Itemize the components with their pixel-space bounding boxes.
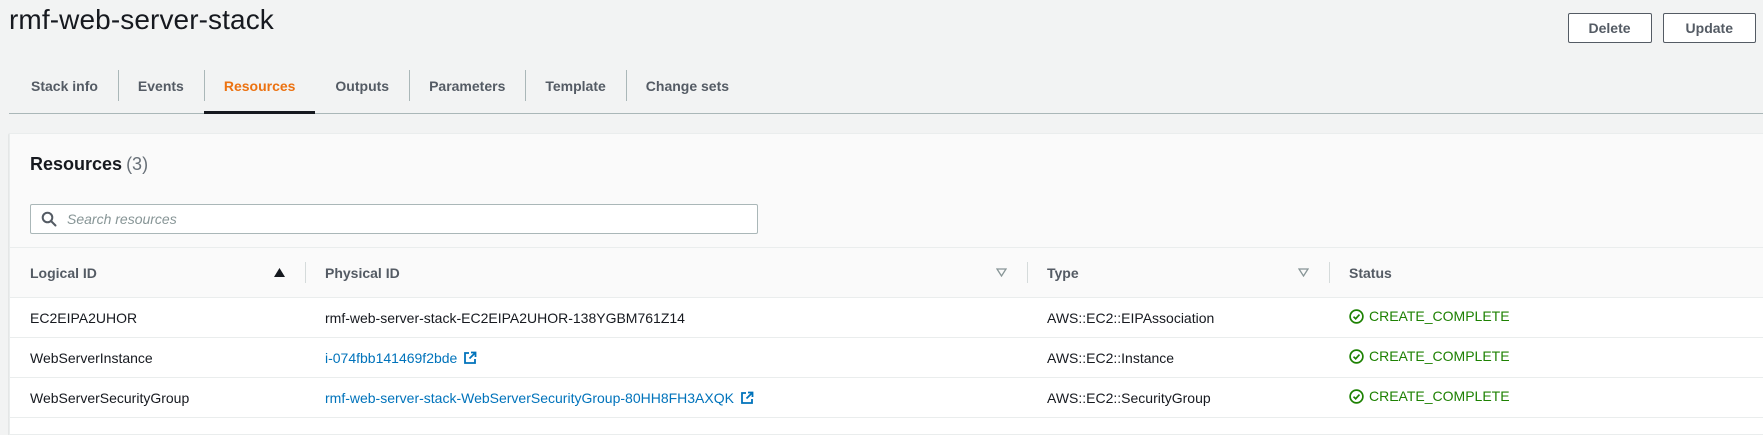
- physical-id-link-text[interactable]: rmf-web-server-stack-WebServerSecurityGr…: [325, 390, 734, 406]
- status-success-icon: [1349, 389, 1364, 404]
- logical-id-cell: WebServerSecurityGroup: [10, 377, 305, 418]
- column-label-status: Status: [1349, 264, 1392, 281]
- tab-stack-info[interactable]: Stack info: [9, 58, 118, 113]
- status-success-icon: [1349, 309, 1364, 324]
- physical-id-cell: rmf-web-server-stack-WebServerSecurityGr…: [305, 377, 1027, 418]
- table-row: WebServerInstance i-074fbb141469f2bde AW…: [10, 337, 1763, 378]
- header-actions: Delete Update: [1567, 13, 1756, 43]
- search-icon: [41, 211, 57, 227]
- status-label: CREATE_COMPLETE: [1369, 348, 1510, 365]
- page-title: rmf-web-server-stack: [9, 4, 274, 35]
- tab-template[interactable]: Template: [525, 58, 625, 113]
- filter-triangle-icon[interactable]: [1298, 268, 1309, 277]
- resources-panel: Resources(3) Logical ID: [9, 133, 1763, 435]
- table-row: EC2EIPA2UHOR rmf-web-server-stack-EC2EIP…: [10, 297, 1763, 338]
- logical-id-cell: EC2EIPA2UHOR: [10, 297, 305, 338]
- column-label-logical-id: Logical ID: [30, 264, 97, 281]
- resources-table: Logical ID Physical ID Type Status EC2EI…: [10, 248, 1763, 418]
- physical-id-link[interactable]: rmf-web-server-stack-WebServerSecurityGr…: [325, 390, 754, 406]
- column-header-logical-id[interactable]: Logical ID: [10, 248, 305, 298]
- column-header-physical-id[interactable]: Physical ID: [305, 248, 1027, 298]
- column-label-physical-id: Physical ID: [325, 264, 400, 281]
- status-success-icon: [1349, 349, 1364, 364]
- physical-id-link[interactable]: i-074fbb141469f2bde: [325, 350, 477, 366]
- type-cell: AWS::EC2::Instance: [1027, 337, 1329, 378]
- type-cell: AWS::EC2::EIPAssociation: [1027, 297, 1329, 338]
- status-badge: CREATE_COMPLETE: [1349, 348, 1510, 364]
- resources-panel-header: Resources (3): [10, 134, 1763, 248]
- column-header-type[interactable]: Type: [1027, 248, 1329, 298]
- delete-button[interactable]: Delete: [1567, 13, 1652, 43]
- status-cell: CREATE_COMPLETE: [1329, 297, 1763, 338]
- status-badge: CREATE_COMPLETE: [1349, 388, 1510, 404]
- external-link-icon[interactable]: [740, 391, 754, 405]
- table-header-row: Logical ID Physical ID Type Status: [10, 248, 1763, 298]
- stack-tabs: Stack info Events Resources Outputs Para…: [9, 58, 1763, 114]
- tab-resources[interactable]: Resources: [203, 58, 316, 114]
- status-label: CREATE_COMPLETE: [1369, 308, 1510, 325]
- resources-heading: Resources (3): [30, 154, 148, 175]
- resources-title: Resources: [30, 154, 123, 174]
- filter-triangle-icon[interactable]: [996, 268, 1007, 277]
- tab-parameters[interactable]: Parameters: [409, 58, 525, 113]
- external-link-icon[interactable]: [463, 351, 477, 365]
- update-button[interactable]: Update: [1662, 13, 1756, 43]
- type-cell: AWS::EC2::SecurityGroup: [1027, 377, 1329, 418]
- logical-id-cell: WebServerInstance: [10, 337, 305, 378]
- status-cell: CREATE_COMPLETE: [1329, 337, 1763, 378]
- sort-ascending-icon[interactable]: [274, 268, 285, 277]
- status-badge: CREATE_COMPLETE: [1349, 308, 1510, 324]
- tab-outputs[interactable]: Outputs: [315, 58, 409, 113]
- column-header-status[interactable]: Status: [1329, 248, 1763, 298]
- status-cell: CREATE_COMPLETE: [1329, 377, 1763, 418]
- physical-id-link-text[interactable]: i-074fbb141469f2bde: [325, 350, 457, 366]
- resources-count: (3): [126, 154, 149, 174]
- column-label-type: Type: [1047, 264, 1079, 281]
- tab-change-sets[interactable]: Change sets: [625, 58, 749, 113]
- search-box[interactable]: [30, 204, 758, 234]
- tab-events[interactable]: Events: [117, 58, 204, 113]
- table-row: WebServerSecurityGroup rmf-web-server-st…: [10, 377, 1763, 418]
- physical-id-cell: rmf-web-server-stack-EC2EIPA2UHOR-138YGB…: [305, 297, 1027, 338]
- search-input[interactable]: [65, 210, 757, 228]
- status-label: CREATE_COMPLETE: [1369, 388, 1510, 405]
- physical-id-cell: i-074fbb141469f2bde: [305, 337, 1027, 378]
